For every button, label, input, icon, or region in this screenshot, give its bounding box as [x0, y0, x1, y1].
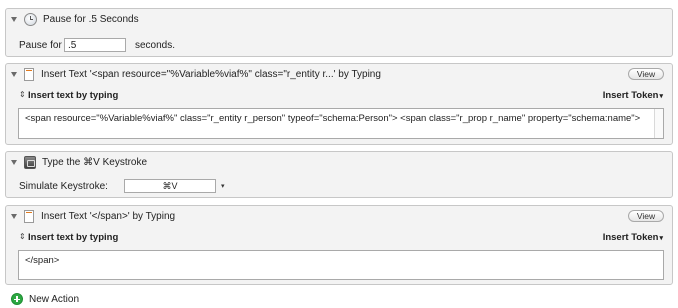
pause-seconds-input[interactable] [64, 38, 126, 52]
pause-action: Pause for .5 Seconds Pause for seconds. [5, 8, 673, 57]
insert-text-action-1-header[interactable]: Insert Text '<span resource="%Variable%v… [6, 64, 672, 84]
insert-mode-selector[interactable]: Insert text by typing [28, 90, 118, 101]
new-action-label: New Action [29, 293, 80, 305]
keystroke-dropdown-icon[interactable]: ▾ [221, 182, 225, 190]
menu-caret-icon: ▾ [659, 93, 663, 100]
new-action-button[interactable]: New Action [11, 293, 79, 305]
insert-token-label: Insert Token [602, 90, 659, 101]
menu-caret-icon: ▾ [659, 235, 663, 242]
keystroke-action-header[interactable]: Type the ⌘V Keystroke [6, 152, 672, 172]
disclosure-triangle-icon[interactable] [11, 16, 17, 22]
document-icon [24, 209, 34, 223]
simulate-keystroke-label: Simulate Keystroke: [19, 181, 108, 192]
clock-icon [24, 12, 37, 26]
insert-text-field[interactable]: <span resource="%Variable%viaf%" class="… [18, 108, 664, 139]
seconds-unit-label: seconds. [135, 40, 176, 51]
updown-arrows-icon[interactable]: ⇕ [19, 91, 26, 99]
pause-action-header[interactable]: Pause for .5 Seconds [6, 9, 672, 29]
keystroke-action-title: Type the ⌘V Keystroke [42, 156, 148, 168]
insert-text-field[interactable]: </span> [18, 250, 664, 280]
insert-token-menu[interactable]: Insert Token▾ [603, 90, 663, 101]
insert-text-action-1: Insert Text '<span resource="%Variable%v… [5, 63, 673, 145]
disclosure-triangle-icon[interactable] [11, 71, 17, 77]
insert-text-action-2: Insert Text '</span>' by Typing View ⇕ I… [5, 205, 673, 285]
pause-for-label: Pause for [19, 40, 62, 51]
insert-token-label: Insert Token [602, 232, 659, 243]
insert-mode-row: ⇕ Insert text by typing Insert Token▾ [6, 88, 672, 104]
insert-token-menu[interactable]: Insert Token▾ [603, 232, 663, 243]
view-button[interactable]: View [628, 68, 664, 80]
insert-text-content: <span resource="%Variable%viaf%" class="… [25, 113, 641, 124]
disclosure-triangle-icon[interactable] [11, 159, 17, 165]
keystroke-field[interactable]: ⌘V [124, 179, 216, 193]
insert-text-action-1-title: Insert Text '<span resource="%Variable%v… [41, 68, 381, 80]
insert-text-content: </span> [25, 255, 60, 266]
text-scrollbar[interactable] [654, 109, 663, 138]
add-icon [11, 293, 23, 305]
insert-text-action-2-header[interactable]: Insert Text '</span>' by Typing [6, 206, 672, 226]
view-button[interactable]: View [628, 210, 664, 222]
insert-mode-selector[interactable]: Insert text by typing [28, 232, 118, 243]
insert-mode-row: ⇕ Insert text by typing Insert Token▾ [6, 230, 672, 246]
keystroke-action: Type the ⌘V Keystroke Simulate Keystroke… [5, 151, 673, 198]
keyboard-icon [24, 155, 36, 169]
insert-text-action-2-title: Insert Text '</span>' by Typing [41, 210, 176, 222]
disclosure-triangle-icon[interactable] [11, 213, 17, 219]
document-icon [24, 67, 34, 81]
pause-action-title: Pause for .5 Seconds [43, 13, 139, 25]
updown-arrows-icon[interactable]: ⇕ [19, 233, 26, 241]
